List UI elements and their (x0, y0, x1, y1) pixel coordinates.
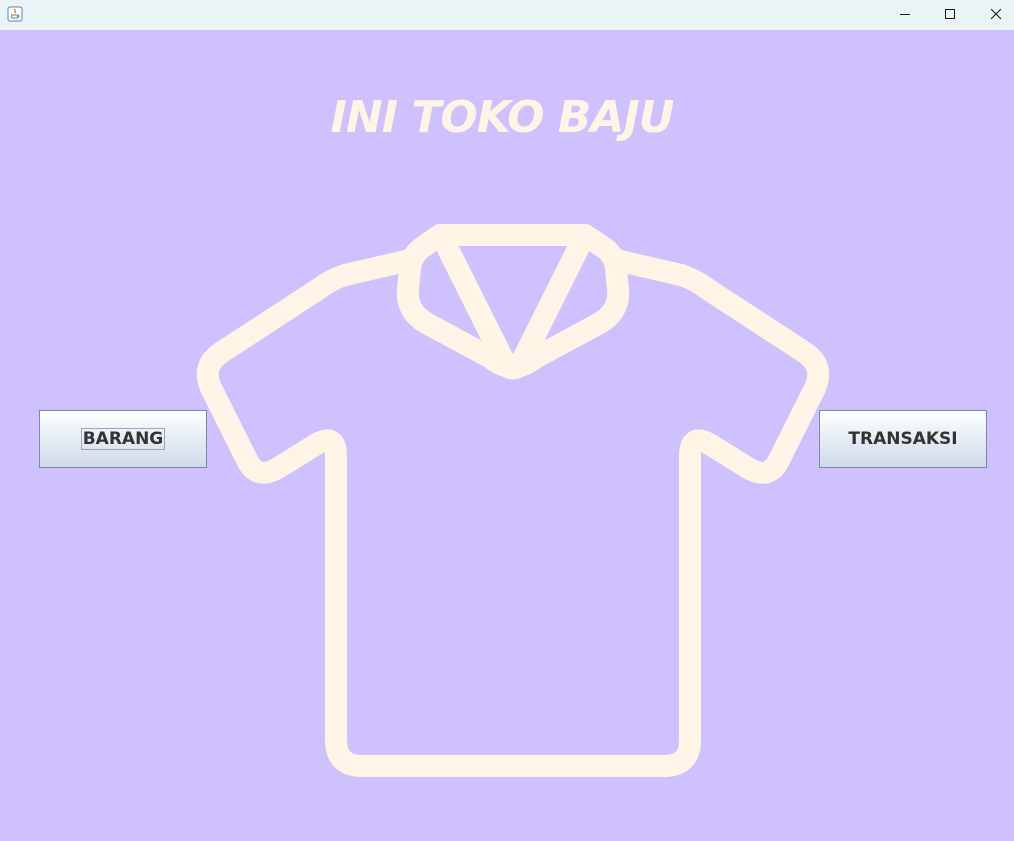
barang-button-label: BARANG (80, 428, 166, 450)
java-app-icon (7, 6, 23, 22)
barang-button[interactable]: BARANG (39, 410, 207, 468)
main-panel: INI TOKO BAJU BARANG TRANSAKSI (0, 30, 1014, 841)
transaksi-button-label: TRANSAKSI (848, 429, 958, 449)
page-title: INI TOKO BAJU (330, 92, 675, 143)
close-button[interactable] (972, 0, 1014, 30)
maximize-icon (945, 9, 955, 19)
app-window: INI TOKO BAJU BARANG TRANSAKSI (0, 0, 1014, 841)
tshirt-icon (196, 224, 830, 777)
title-bar[interactable] (0, 0, 1014, 30)
maximize-button[interactable] (927, 0, 973, 30)
minimize-button[interactable] (882, 0, 928, 30)
close-icon (990, 8, 1002, 20)
transaksi-button[interactable]: TRANSAKSI (819, 410, 987, 468)
minimize-icon (900, 14, 910, 15)
